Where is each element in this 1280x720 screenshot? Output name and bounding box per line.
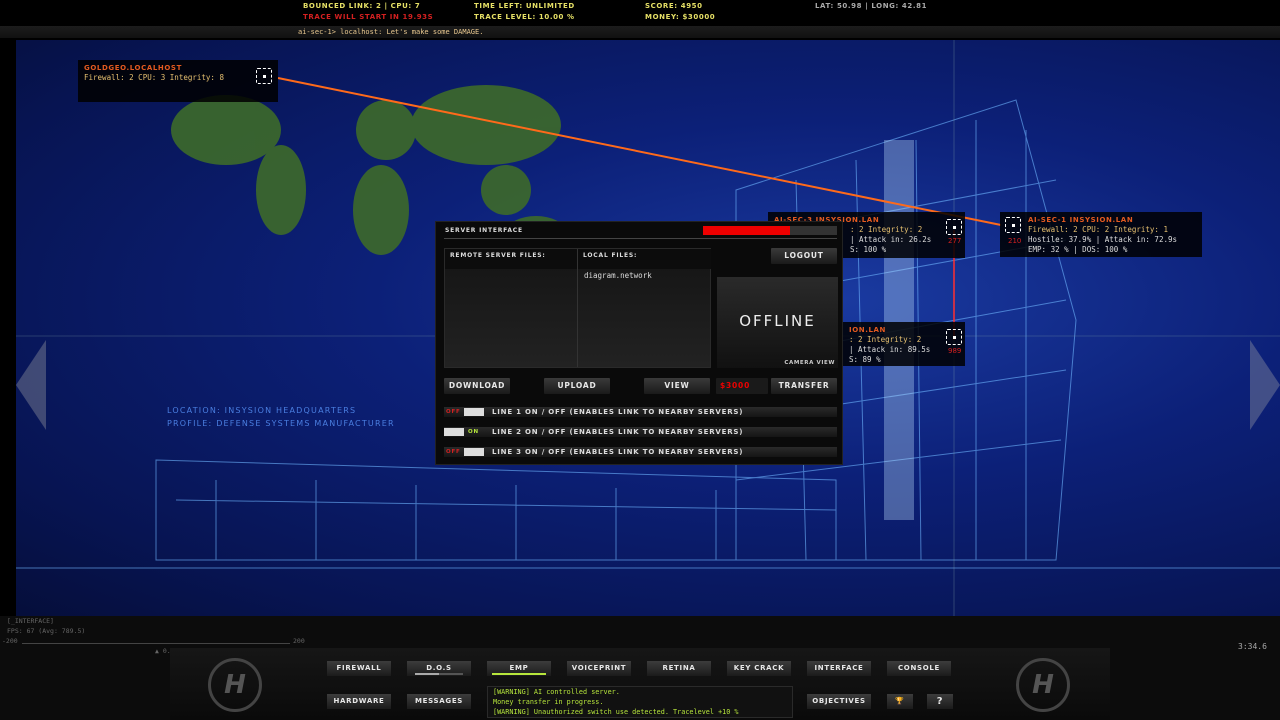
node-info: Hostile: 37.9% | Attack in: 72.9s: [1028, 235, 1178, 244]
window-title: Server interface: [445, 227, 523, 234]
view-button[interactable]: View: [644, 378, 710, 394]
node-info: : 2 Integrity: 2: [849, 335, 922, 344]
log-line: [WARNING] Unauthorized switch use detect…: [493, 708, 739, 716]
node-number: 277: [948, 237, 962, 245]
retina-button[interactable]: Retina: [647, 661, 711, 676]
voiceprint-button[interactable]: Voiceprint: [567, 661, 631, 676]
status-bar: Bounced link: 2 | CPU: 7 Trace will star…: [0, 0, 1280, 26]
log-line: [WARNING] AI controlled server.: [493, 688, 620, 696]
prev-arrow-icon[interactable]: [16, 340, 46, 430]
coordinates: LAT: 50.98 | LONG: 42.81: [815, 2, 928, 10]
message-log: [WARNING] AI controlled server. Money tr…: [487, 686, 793, 718]
toggle-switch[interactable]: [464, 448, 484, 456]
help-button[interactable]: ?: [927, 694, 953, 709]
crosshair-icon[interactable]: [946, 219, 962, 235]
crosshair-icon[interactable]: [1005, 217, 1021, 233]
crosshair-icon[interactable]: [256, 68, 272, 84]
scale-min: -200: [2, 637, 18, 645]
objectives-button[interactable]: Objectives: [807, 694, 871, 709]
node-info: EMP: 32 % | DOS: 100 %: [1028, 245, 1128, 254]
remote-files-header: Remote server files:: [445, 249, 577, 269]
location-label: Location: Insysion headquarters: [167, 406, 357, 415]
node-info: Firewall: 2 CPU: 3 Integrity: 8: [84, 73, 224, 82]
crosshair-icon[interactable]: [946, 329, 962, 345]
score: Score: 4950: [645, 2, 703, 10]
node-ai-sec-2[interactable]: ION.LAN : 2 Integrity: 2 | Attack in: 89…: [843, 322, 965, 366]
toggle-state: OFF: [446, 409, 461, 415]
console-button[interactable]: Console: [887, 661, 951, 676]
interface-button[interactable]: Interface: [807, 661, 871, 676]
node-number: 210: [1008, 237, 1022, 245]
money: Money: $30000: [645, 13, 716, 21]
trace-level: Trace level: 10.00 %: [474, 13, 575, 21]
local-files-list[interactable]: Local files: diagram.network: [578, 249, 711, 367]
scale-max: 200: [293, 637, 305, 645]
line-label: Line 1 on / off (enables link to nearby …: [492, 408, 744, 416]
toggle-state: ON: [468, 429, 479, 435]
trace-progress-bar: [703, 226, 837, 235]
emp-progress: [492, 673, 546, 675]
line-1-toggle[interactable]: OFF Line 1 on / off (enables link to nea…: [444, 407, 837, 417]
log-line: Money transfer in progress.: [493, 698, 604, 706]
logo-icon: H: [208, 658, 262, 712]
toggle-state: OFF: [446, 449, 461, 455]
hardware-button[interactable]: Hardware: [327, 694, 391, 709]
line-3-toggle[interactable]: OFF Line 3 on / off (enables link to nea…: [444, 447, 837, 457]
file-item[interactable]: diagram.network: [578, 269, 711, 282]
transfer-button[interactable]: Transfer: [771, 378, 837, 394]
firewall-button[interactable]: Firewall: [327, 661, 391, 676]
camera-label: Camera view: [784, 360, 835, 366]
node-name: AI-SEC-1 INSYSION.LAN: [1028, 216, 1134, 224]
logout-button[interactable]: Logout: [771, 248, 837, 264]
console-line: ai-sec-1> localhost: Let's make some DAM…: [0, 26, 1280, 38]
node-goldgeo[interactable]: GOLDGEO.LOCALHOST Firewall: 2 CPU: 3 Int…: [78, 60, 278, 102]
bounced-link: Bounced link: 2 | CPU: 7: [303, 2, 421, 10]
logo-icon: H: [1016, 658, 1070, 712]
node-info: S: 89 %: [849, 355, 881, 364]
profile-label: profile: Defense systems manufacturer: [167, 419, 395, 428]
server-interface-window: Server interface Remote server files: Lo…: [435, 221, 843, 465]
dos-progress: [415, 673, 463, 675]
line-label: Line 2 on / off (enables link to nearby …: [492, 428, 744, 436]
node-name: GOLDGEO.LOCALHOST: [84, 64, 182, 72]
messages-button[interactable]: Messages: [407, 694, 471, 709]
node-number: 989: [948, 347, 962, 355]
key-crack-button[interactable]: Key crack: [727, 661, 791, 676]
clock: 3:34.6: [1238, 642, 1267, 651]
node-ai-sec-1[interactable]: AI-SEC-1 INSYSION.LAN Firewall: 2 CPU: 2…: [1000, 212, 1202, 257]
file-browser: Remote server files: Local files: diagra…: [444, 248, 711, 368]
remote-files-list[interactable]: Remote server files:: [445, 249, 578, 367]
node-info: | Attack in: 89.5s: [849, 345, 931, 354]
node-info: Firewall: 2 CPU: 2 Integrity: 1: [1028, 225, 1168, 234]
upload-button[interactable]: Upload: [544, 378, 610, 394]
trace-start: Trace will start in 19.93s: [303, 13, 434, 21]
debug-interface: [_INTERFACE]: [7, 617, 54, 625]
transfer-amount-input[interactable]: $3000: [716, 378, 768, 394]
time-left: Time left: unlimited: [474, 2, 575, 10]
next-arrow-icon[interactable]: [1250, 340, 1280, 430]
local-files-header: Local files:: [578, 249, 711, 269]
line-2-toggle[interactable]: ON Line 2 on / off (enables link to near…: [444, 427, 837, 437]
tracking-scale[interactable]: [22, 640, 290, 644]
fps-counter: FPS: 67 (Avg: 789.5): [7, 627, 86, 635]
camera-status: OFFLINE: [739, 312, 816, 330]
camera-view: OFFLINE Camera view: [717, 277, 838, 368]
trophy-icon[interactable]: 🏆: [887, 694, 913, 709]
line-label: Line 3 on / off (enables link to nearby …: [492, 448, 744, 456]
toggle-switch[interactable]: [444, 428, 464, 436]
download-button[interactable]: Download: [444, 378, 510, 394]
node-name: ION.LAN: [849, 326, 887, 334]
toggle-switch[interactable]: [464, 408, 484, 416]
